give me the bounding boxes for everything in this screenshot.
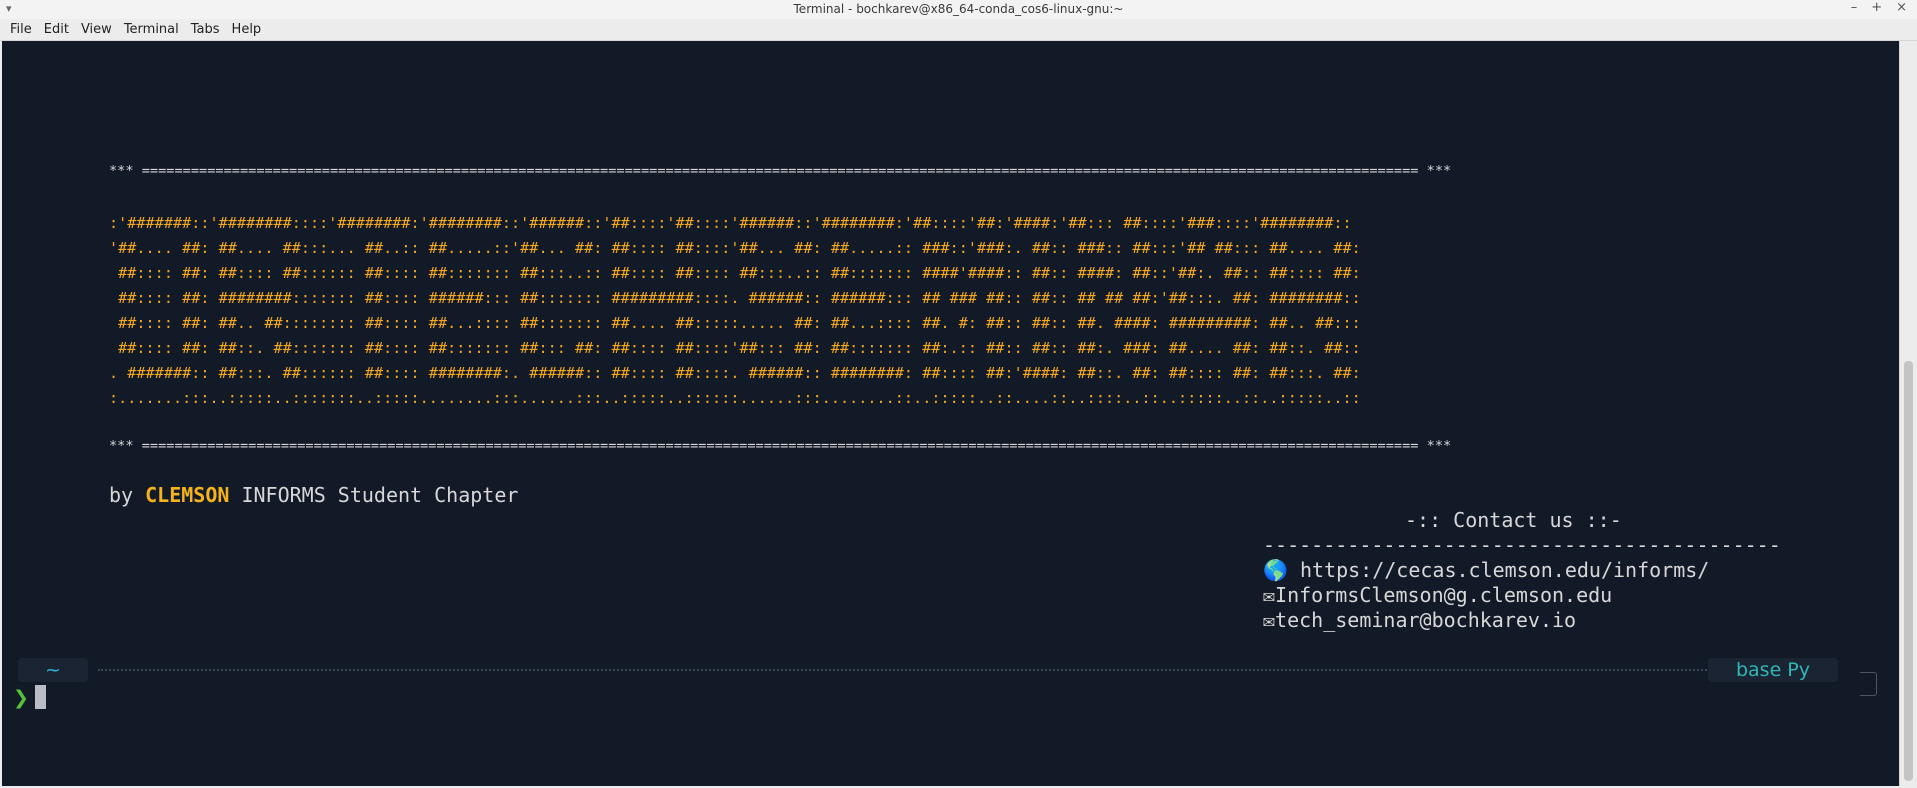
prompt-chevron: ❯ — [13, 687, 29, 709]
scrollbar-thumb[interactable] — [1904, 361, 1913, 781]
menu-tabs[interactable]: Tabs — [185, 22, 226, 37]
contact-email-1-address[interactable]: InformsClemson@g.clemson.edu — [1275, 583, 1612, 607]
contact-email-1: ✉InformsClemson@g.clemson.edu — [1263, 583, 1612, 608]
contact-website-url[interactable]: https://cecas.clemson.edu/informs/ — [1288, 558, 1709, 582]
contact-email-2-address[interactable]: tech_seminar@bochkarev.io — [1275, 608, 1576, 632]
contact-email-2: ✉tech_seminar@bochkarev.io — [1263, 608, 1576, 633]
byline: by CLEMSON INFORMS Student Chapter — [109, 483, 518, 508]
banner-art-line-5: ##:::: ##: ##.. ##:::::::: ##:::: ##...:… — [109, 314, 1361, 332]
scrollbar[interactable] — [1899, 41, 1917, 786]
title-bar: ▾ Terminal - bochkarev@x86_64-conda_cos6… — [0, 0, 1917, 20]
globe-icon: 🌎 — [1263, 558, 1288, 582]
byline-prefix: by — [109, 483, 146, 507]
prompt-filler — [98, 669, 1723, 671]
prompt-cwd: ~ — [18, 658, 88, 682]
prompt-line[interactable]: ❯ — [13, 685, 46, 711]
terminal-cursor — [35, 685, 46, 709]
banner-rule-top: *** ====================================… — [109, 163, 1452, 179]
contact-rule: ----------------------------------------… — [1263, 533, 1781, 557]
byline-suffix: INFORMS Student Chapter — [229, 483, 519, 507]
banner-art-line-1: :'#######::'########::::'########:'#####… — [109, 214, 1352, 232]
menu-terminal[interactable]: Terminal — [118, 22, 185, 37]
banner-art-line-4: ##:::: ##: ########::::::: ##:::: ######… — [109, 289, 1361, 307]
minimize-icon[interactable]: – — [1851, 0, 1858, 15]
menu-edit[interactable]: Edit — [38, 22, 75, 37]
banner-art-line-7: . #######:: ##:::. ##:::::: ##:::: #####… — [109, 364, 1361, 382]
prompt-status-bar: ~ base Py — [18, 658, 1848, 682]
banner-art-line-2: '##.... ##: ##.... ##:::... ##..:: ##...… — [109, 239, 1361, 257]
mail-icon: ✉ — [1263, 583, 1276, 607]
menu-file[interactable]: File — [4, 22, 38, 37]
mail-icon: ✉ — [1263, 608, 1276, 632]
contact-heading: -:: Contact us ::- — [1405, 508, 1622, 532]
prompt-bracket — [1860, 672, 1877, 696]
window-title: Terminal - bochkarev@x86_64-conda_cos6-l… — [793, 2, 1124, 16]
window-controls: – + × — [1851, 0, 1907, 15]
maximize-icon[interactable]: + — [1871, 0, 1882, 15]
menu-view[interactable]: View — [75, 22, 118, 37]
banner-rule-bottom: *** ====================================… — [109, 438, 1452, 454]
menu-help[interactable]: Help — [226, 22, 268, 37]
menu-bar: File Edit View Terminal Tabs Help — [0, 19, 1917, 41]
prompt-env: base Py — [1708, 658, 1838, 682]
contact-website: 🌎 https://cecas.clemson.edu/informs/ — [1263, 558, 1709, 583]
banner-art-line-8: :.......:::..:::::..:::::::..:::::......… — [109, 389, 1361, 407]
banner-art-line-6: ##:::: ##: ##::. ##::::::: ##:::: ##::::… — [109, 339, 1361, 357]
byline-clemson: CLEMSON — [145, 483, 230, 507]
banner-art-line-3: ##:::: ##: ##:::: ##:::::: ##:::: ##::::… — [109, 264, 1361, 282]
close-icon[interactable]: × — [1896, 0, 1907, 15]
